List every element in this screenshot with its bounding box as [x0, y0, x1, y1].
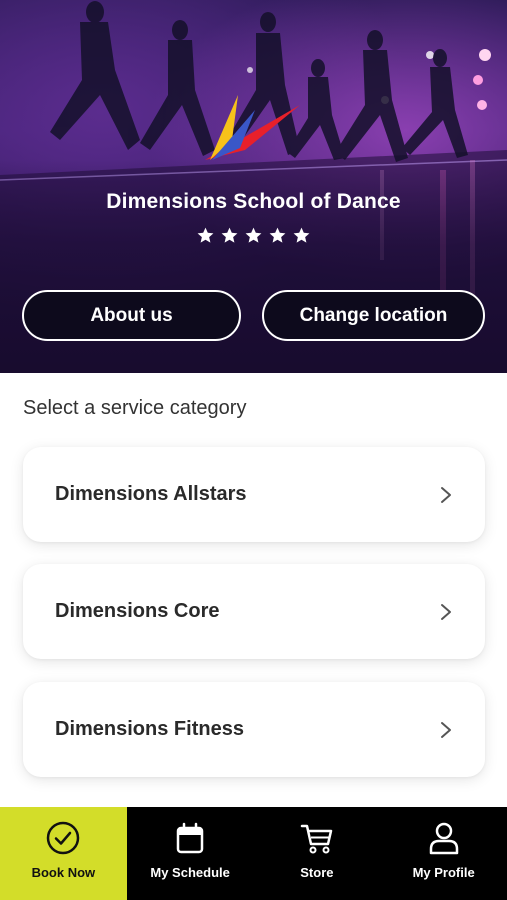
about-us-button[interactable]: About us: [22, 290, 241, 341]
change-location-button[interactable]: Change location: [262, 290, 485, 341]
bottom-tab-bar: Book Now My Schedule Store My Profile: [0, 807, 507, 900]
tab-label: Book Now: [31, 865, 96, 880]
person-icon: [429, 822, 458, 855]
service-item-core[interactable]: Dimensions Core: [23, 564, 485, 659]
check-circle-icon: [47, 821, 80, 855]
service-category-heading: Select a service category: [23, 397, 247, 419]
tab-my-profile[interactable]: My Profile: [380, 807, 507, 900]
rating-stars: [0, 226, 507, 245]
star-icon: [245, 227, 262, 243]
chevron-right-icon: [441, 486, 451, 503]
service-item-label: Dimensions Fitness: [55, 718, 244, 740]
service-item-fitness[interactable]: Dimensions Fitness: [23, 682, 485, 777]
tab-store[interactable]: Store: [254, 807, 381, 900]
service-item-allstars[interactable]: Dimensions Allstars: [23, 447, 485, 542]
hero-banner: Dimensions School of Dance About us Chan…: [0, 0, 507, 373]
chevron-right-icon: [441, 721, 451, 738]
calendar-icon: [176, 822, 204, 854]
star-icon: [269, 227, 286, 243]
tab-label: Store: [300, 865, 334, 880]
star-icon: [221, 227, 238, 243]
service-item-label: Dimensions Allstars: [55, 483, 247, 505]
school-name: Dimensions School of Dance: [106, 190, 401, 213]
tab-book-now[interactable]: Book Now: [0, 807, 127, 900]
service-item-label: Dimensions Core: [55, 600, 220, 622]
tab-label: My Profile: [412, 865, 475, 880]
tab-label: My Schedule: [150, 865, 230, 880]
tab-my-schedule[interactable]: My Schedule: [127, 807, 254, 900]
cart-icon: [300, 824, 333, 854]
star-icon: [197, 227, 214, 243]
star-icon: [293, 227, 310, 243]
chevron-right-icon: [441, 603, 451, 620]
